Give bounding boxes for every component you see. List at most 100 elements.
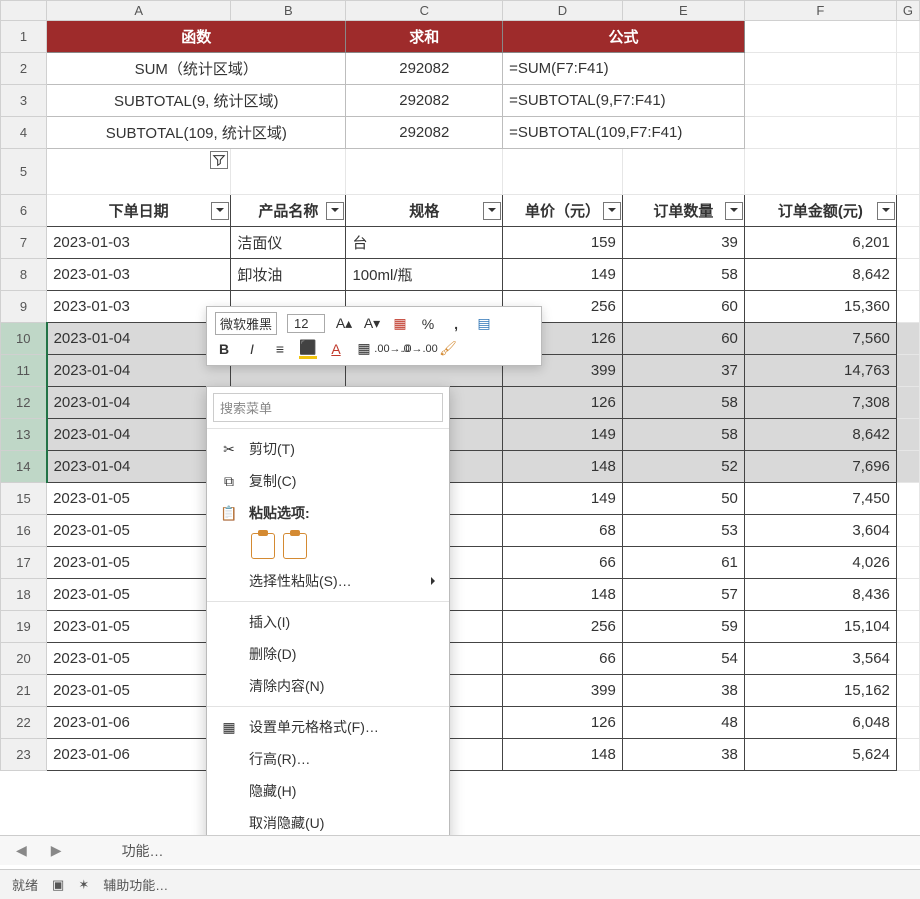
table-row[interactable]: 162023-01-0568533,604	[1, 515, 920, 547]
filter-product[interactable]	[326, 202, 344, 220]
row-3[interactable]: 3	[1, 85, 47, 117]
mini-toolbar[interactable]: 微软雅黑 12 A▴ A▾ ▦ % , ▤ B I ≡ ⬛ A ▦ .00→.0…	[206, 306, 542, 366]
row-1[interactable]: 1	[1, 21, 47, 53]
row-13[interactable]: 13	[1, 419, 47, 451]
col-F[interactable]: F	[744, 1, 896, 21]
row-11[interactable]: 11	[1, 355, 47, 387]
col-A[interactable]: A	[47, 1, 231, 21]
table-row[interactable]: 152023-01-05149507,450	[1, 483, 920, 515]
row-20[interactable]: 20	[1, 643, 47, 675]
row-17[interactable]: 17	[1, 547, 47, 579]
table-row[interactable]: 72023-01-03洁面仪台159396,201	[1, 227, 920, 259]
percent-icon[interactable]: %	[419, 315, 437, 333]
filter-spec[interactable]	[483, 202, 501, 220]
table-row[interactable]: 192023-01-052565915,104	[1, 611, 920, 643]
table-row[interactable]: 142023-01-04148527,696	[1, 451, 920, 483]
col-D[interactable]: D	[503, 1, 623, 21]
table-row[interactable]: 202023-01-0566543,564	[1, 643, 920, 675]
row-4[interactable]: 4	[1, 117, 47, 149]
row-5[interactable]: 5	[1, 149, 47, 195]
col-B[interactable]: B	[231, 1, 346, 21]
font-color-icon[interactable]: A	[327, 340, 345, 358]
sheet-tab-bar[interactable]: ◀ ▶ 功能…	[0, 835, 920, 865]
font-selector[interactable]: 微软雅黑	[215, 312, 277, 335]
row-21[interactable]: 21	[1, 675, 47, 707]
status-access[interactable]: 辅助功能…	[103, 875, 168, 894]
tab-nav-prev-icon[interactable]: ◀	[12, 842, 31, 859]
menu-search[interactable]: 搜索菜单	[213, 393, 443, 422]
row-8[interactable]: 8	[1, 259, 47, 291]
fill-color-icon[interactable]: ⬛	[299, 340, 317, 358]
row-2[interactable]: 2	[1, 53, 47, 85]
col-G[interactable]: G	[896, 1, 919, 21]
fn-4[interactable]: SUBTOTAL(109, 统计区域)	[47, 117, 346, 149]
filter-amount[interactable]	[877, 202, 895, 220]
sum-4[interactable]: 292082	[346, 117, 503, 149]
sheet-tab-1[interactable]: 功能…	[122, 841, 164, 861]
col-E[interactable]: E	[622, 1, 744, 21]
sum-2[interactable]: 292082	[346, 53, 503, 85]
bold-icon[interactable]: B	[215, 340, 233, 358]
formula-2[interactable]: =SUM(F7:F41)	[503, 53, 745, 85]
row-7[interactable]: 7	[1, 227, 47, 259]
decrease-decimal-icon[interactable]: .00→.0	[383, 340, 401, 358]
table-row[interactable]: 82023-01-03卸妆油100ml/瓶149588,642	[1, 259, 920, 291]
row-22[interactable]: 22	[1, 707, 47, 739]
font-size[interactable]: 12	[287, 314, 325, 333]
select-all-corner[interactable]	[1, 1, 47, 21]
paste-option-2-icon[interactable]	[283, 533, 307, 559]
row-10[interactable]: 10	[1, 323, 47, 355]
sum-3[interactable]: 292082	[346, 85, 503, 117]
tab-nav-next-icon[interactable]: ▶	[47, 842, 66, 859]
table-row[interactable]: 122023-01-04126587,308	[1, 387, 920, 419]
format-cells-icon[interactable]: ▦	[391, 315, 409, 333]
cell-style-icon[interactable]: ▤	[475, 315, 493, 333]
row-6[interactable]: 6	[1, 195, 47, 227]
menu-hide[interactable]: 隐藏(H)	[207, 775, 449, 807]
row-9[interactable]: 9	[1, 291, 47, 323]
menu-format-cells[interactable]: ▦ 设置单元格格式(F)…	[207, 711, 449, 743]
row-23[interactable]: 23	[1, 739, 47, 771]
filter-price[interactable]	[603, 202, 621, 220]
increase-decimal-icon[interactable]: .0→.00	[411, 340, 429, 358]
table-row[interactable]: 132023-01-04149588,642	[1, 419, 920, 451]
align-icon[interactable]: ≡	[271, 340, 289, 358]
row-12[interactable]: 12	[1, 387, 47, 419]
fn-2[interactable]: SUM（统计区域）	[47, 53, 346, 85]
menu-paste-special[interactable]: 选择性粘贴(S)…	[207, 565, 449, 597]
menu-paste-opts-label: 粘贴选项:	[249, 503, 310, 523]
filter-icon[interactable]	[210, 151, 228, 169]
table-row[interactable]: 232023-01-06148385,624	[1, 739, 920, 771]
formula-3[interactable]: =SUBTOTAL(9,F7:F41)	[503, 85, 745, 117]
row-15[interactable]: 15	[1, 483, 47, 515]
spreadsheet-grid[interactable]: A B C D E F G 1 函数 求和 公式 2 SUM（统计区域） 292…	[0, 0, 920, 820]
table-row[interactable]: 212023-01-053993815,162	[1, 675, 920, 707]
filter-qty[interactable]	[725, 202, 743, 220]
italic-icon[interactable]: I	[243, 340, 261, 358]
fn-3[interactable]: SUBTOTAL(9, 统计区域)	[47, 85, 346, 117]
row-14[interactable]: 14	[1, 451, 47, 483]
filter-date[interactable]	[211, 202, 229, 220]
table-row[interactable]: 222023-01-06126486,048	[1, 707, 920, 739]
menu-clear[interactable]: 清除内容(N)	[207, 670, 449, 702]
row-19[interactable]: 19	[1, 611, 47, 643]
format-painter-icon[interactable]: 🖌	[439, 340, 457, 358]
col-C[interactable]: C	[346, 1, 503, 21]
thousands-icon[interactable]: ,	[447, 315, 465, 333]
row-18[interactable]: 18	[1, 579, 47, 611]
row-16[interactable]: 16	[1, 515, 47, 547]
grow-font-icon[interactable]: A▴	[335, 315, 353, 333]
shrink-font-icon[interactable]: A▾	[363, 315, 381, 333]
menu-cut[interactable]: ✂ 剪切(T)	[207, 433, 449, 465]
menu-row-height[interactable]: 行高(R)…	[207, 743, 449, 775]
table-row[interactable]: 182023-01-05148578,436	[1, 579, 920, 611]
borders-icon[interactable]: ▦	[355, 340, 373, 358]
status-macro-icon[interactable]: ▣	[52, 877, 64, 893]
table-row[interactable]: 172023-01-0566614,026	[1, 547, 920, 579]
menu-insert[interactable]: 插入(I)	[207, 606, 449, 638]
paste-option-1-icon[interactable]	[251, 533, 275, 559]
formula-4[interactable]: =SUBTOTAL(109,F7:F41)	[503, 117, 745, 149]
accessibility-icon[interactable]: ✶	[78, 877, 89, 893]
menu-delete[interactable]: 删除(D)	[207, 638, 449, 670]
menu-copy[interactable]: ⧉ 复制(C)	[207, 465, 449, 497]
